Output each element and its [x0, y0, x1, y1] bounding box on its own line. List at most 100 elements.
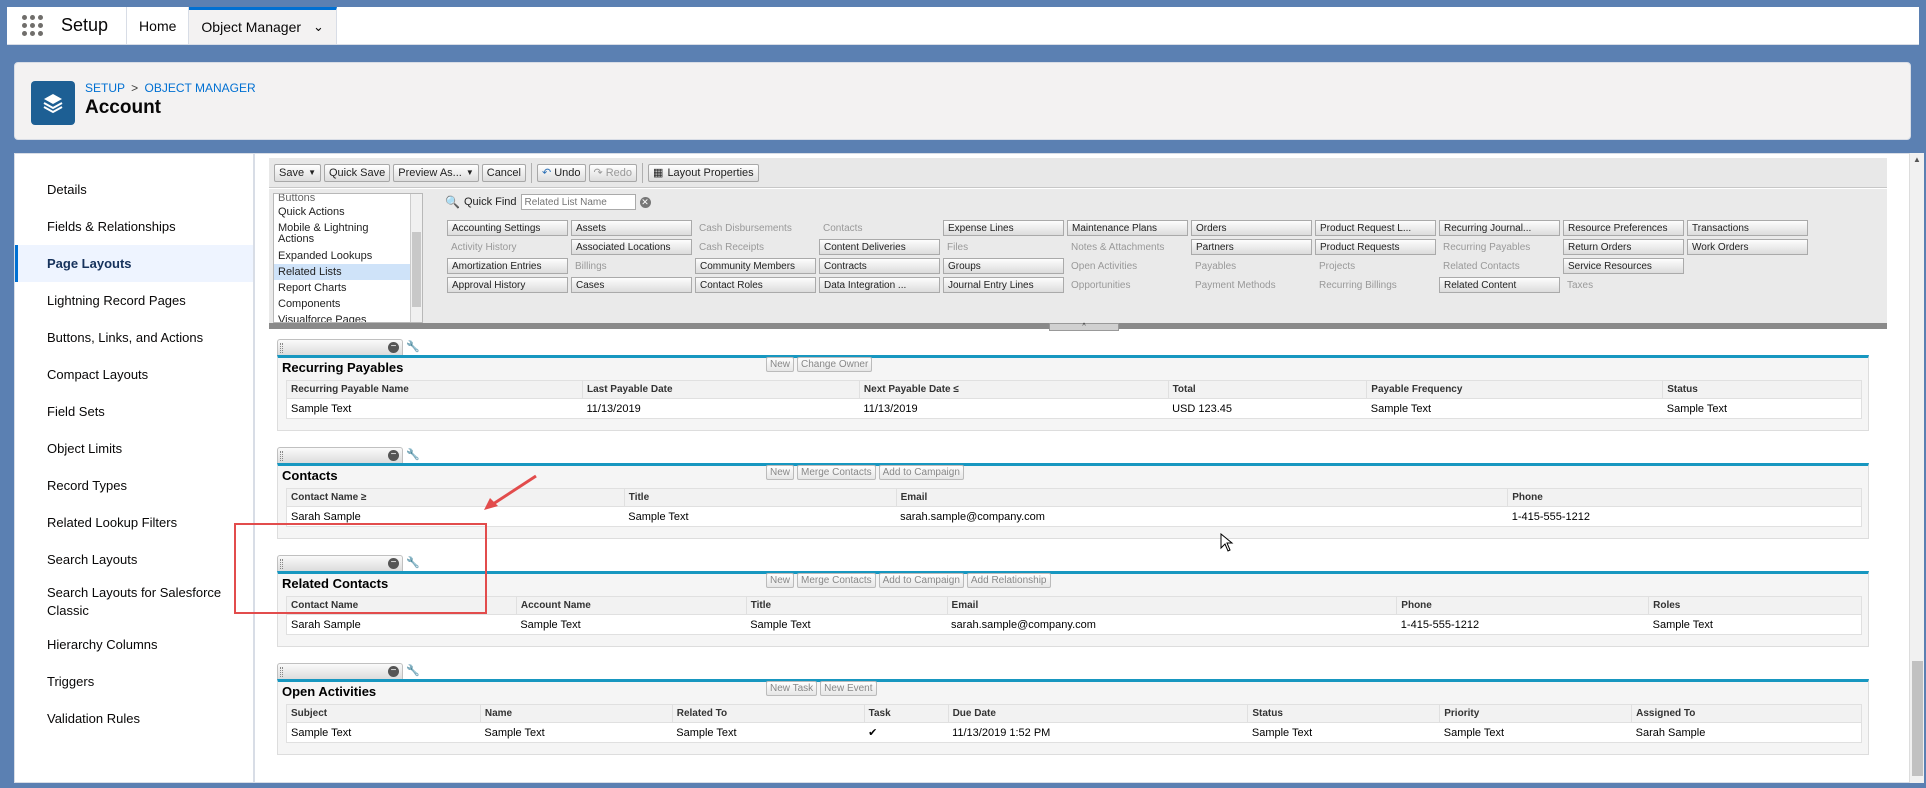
remove-icon[interactable]: −: [388, 558, 399, 569]
palette-item-return-orders[interactable]: Return Orders: [1563, 239, 1684, 255]
palette-item-contact-roles[interactable]: Contact Roles: [695, 277, 816, 293]
palette-item-cases[interactable]: Cases: [571, 277, 692, 293]
save-button[interactable]: Save ▼: [274, 163, 321, 182]
palette-item-community-members[interactable]: Community Members: [695, 258, 816, 274]
layout-properties-button[interactable]: ▦ Layout Properties: [648, 163, 759, 182]
tab-object-manager[interactable]: Object Manager ⌄: [189, 7, 337, 44]
palette-item-amortization-entries[interactable]: Amortization Entries: [447, 258, 568, 274]
quick-find-input[interactable]: [520, 194, 636, 210]
section-button-merge-contacts[interactable]: Merge Contacts: [797, 573, 876, 588]
scroll-up-icon[interactable]: ▲: [1913, 155, 1921, 164]
remove-icon[interactable]: −: [388, 450, 399, 461]
palette-item-groups[interactable]: Groups: [943, 258, 1064, 274]
palette-item-maintenance-plans[interactable]: Maintenance Plans: [1067, 220, 1188, 236]
breadcrumb-object-manager[interactable]: OBJECT MANAGER: [145, 81, 256, 95]
tab-home[interactable]: Home: [127, 7, 190, 44]
sidebar-item-lightning-record-pages[interactable]: Lightning Record Pages: [15, 282, 253, 319]
palette-item-service-resources[interactable]: Service Resources: [1563, 258, 1684, 274]
palette-item-product-request-l[interactable]: Product Request L...: [1315, 220, 1436, 236]
scrollbar-thumb[interactable]: [1912, 661, 1923, 776]
section-button-new-task[interactable]: New Task: [766, 681, 818, 696]
section-button-merge-contacts[interactable]: Merge Contacts: [797, 465, 876, 480]
drag-handle-icon[interactable]: [280, 667, 283, 677]
palette-resize-handle[interactable]: ^: [1049, 323, 1119, 331]
page-scrollbar[interactable]: ▲: [1909, 153, 1924, 783]
sidebar-item-hierarchy-columns[interactable]: Hierarchy Columns: [15, 626, 253, 663]
drag-handle-icon[interactable]: [280, 451, 283, 461]
palette-category-report-charts[interactable]: Report Charts: [274, 280, 422, 296]
app-launcher-icon[interactable]: [7, 7, 57, 44]
section-handle[interactable]: − 🔧: [277, 663, 420, 679]
palette-item-partners[interactable]: Partners: [1191, 239, 1312, 255]
palette-item-approval-history[interactable]: Approval History: [447, 277, 568, 293]
section-handle[interactable]: − 🔧: [277, 555, 420, 571]
sidebar-item-fields-relationships[interactable]: Fields & Relationships: [15, 208, 253, 245]
palette-item-associated-locations[interactable]: Associated Locations: [571, 239, 692, 255]
palette-item-journal-entry-lines[interactable]: Journal Entry Lines: [943, 277, 1064, 293]
sidebar-item-page-layouts[interactable]: Page Layouts: [15, 245, 253, 282]
palette-item-expense-lines[interactable]: Expense Lines: [943, 220, 1064, 236]
palette-item-product-requests[interactable]: Product Requests: [1315, 239, 1436, 255]
breadcrumb-setup[interactable]: SETUP: [85, 81, 125, 95]
palette-category-related-lists[interactable]: Related Lists: [274, 264, 410, 280]
palette-category-expanded-lookups[interactable]: Expanded Lookups: [274, 248, 422, 264]
redo-button[interactable]: ↷ Redo: [588, 163, 638, 182]
sidebar-item-field-sets[interactable]: Field Sets: [15, 393, 253, 430]
sidebar-item-details[interactable]: Details: [15, 171, 253, 208]
palette-item-work-orders[interactable]: Work Orders: [1687, 239, 1808, 255]
palette-items-grid: Accounting Settings Assets Cash Disburseme…: [447, 220, 1811, 293]
palette-item-accounting-settings[interactable]: Accounting Settings: [447, 220, 568, 236]
section-buttons: New Merge Contacts Add to Campaign Add Rela…: [766, 573, 1051, 588]
section-button-add-to-campaign[interactable]: Add to Campaign: [878, 465, 964, 480]
palette-category-mobile-actions[interactable]: Mobile & Lightning Actions: [274, 220, 422, 248]
preview-as-button[interactable]: Preview As... ▼: [393, 163, 479, 182]
section-button-new[interactable]: New: [766, 573, 795, 588]
sidebar-item-validation-rules[interactable]: Validation Rules: [15, 700, 253, 737]
palette-item-orders[interactable]: Orders: [1191, 220, 1312, 236]
scrollbar-thumb[interactable]: [412, 232, 421, 307]
palette-category-buttons[interactable]: Buttons: [274, 194, 422, 204]
clear-icon[interactable]: ✕: [639, 196, 651, 208]
caret-down-icon[interactable]: ▼: [308, 168, 316, 177]
wrench-icon[interactable]: 🔧: [406, 448, 420, 461]
wrench-icon[interactable]: 🔧: [406, 664, 420, 677]
undo-button[interactable]: ↶ Undo: [537, 163, 586, 182]
palette-item-recurring-journal[interactable]: Recurring Journal...: [1439, 220, 1560, 236]
sidebar-item-triggers[interactable]: Triggers: [15, 663, 253, 700]
section-handle[interactable]: − 🔧: [277, 447, 420, 463]
palette-category-quick-actions[interactable]: Quick Actions: [274, 204, 422, 220]
remove-icon[interactable]: −: [388, 342, 399, 353]
quick-save-button[interactable]: Quick Save: [324, 163, 391, 182]
sidebar-item-buttons-links-actions[interactable]: Buttons, Links, and Actions: [15, 319, 253, 356]
palette-scrollbar[interactable]: [410, 194, 422, 322]
section-button-add-relationship[interactable]: Add Relationship: [966, 573, 1051, 588]
sidebar-item-search-layouts-classic[interactable]: Search Layouts for Salesforce Classic: [15, 578, 253, 626]
sidebar-item-related-lookup-filters[interactable]: Related Lookup Filters: [15, 504, 253, 541]
palette-item-transactions[interactable]: Transactions: [1687, 220, 1808, 236]
remove-icon[interactable]: −: [388, 666, 399, 677]
sidebar-item-search-layouts[interactable]: Search Layouts: [15, 541, 253, 578]
wrench-icon[interactable]: 🔧: [406, 340, 420, 353]
palette-item-data-integration[interactable]: Data Integration ...: [819, 277, 940, 293]
section-button-new[interactable]: New: [766, 357, 795, 372]
sidebar-item-object-limits[interactable]: Object Limits: [15, 430, 253, 467]
palette-item-content-deliveries[interactable]: Content Deliveries: [819, 239, 940, 255]
palette-item-resource-preferences[interactable]: Resource Preferences: [1563, 220, 1684, 236]
palette-item-assets[interactable]: Assets: [571, 220, 692, 236]
section-button-change-owner[interactable]: Change Owner: [797, 357, 873, 372]
palette-item-contracts[interactable]: Contracts: [819, 258, 940, 274]
drag-handle-icon[interactable]: [280, 559, 283, 569]
sidebar-item-compact-layouts[interactable]: Compact Layouts: [15, 356, 253, 393]
section-button-add-to-campaign[interactable]: Add to Campaign: [878, 573, 964, 588]
palette-item-related-content[interactable]: Related Content: [1439, 277, 1560, 293]
sidebar-item-record-types[interactable]: Record Types: [15, 467, 253, 504]
section-button-new[interactable]: New: [766, 465, 795, 480]
drag-handle-icon[interactable]: [280, 343, 283, 353]
palette-category-components[interactable]: Components: [274, 296, 422, 312]
chevron-down-icon[interactable]: ⌄: [313, 19, 324, 35]
wrench-icon[interactable]: 🔧: [406, 556, 420, 569]
section-handle[interactable]: − 🔧: [277, 339, 420, 355]
section-button-new-event[interactable]: New Event: [820, 681, 877, 696]
cancel-button[interactable]: Cancel: [481, 163, 526, 182]
palette-category-visualforce-pages[interactable]: Visualforce Pages: [274, 312, 422, 322]
